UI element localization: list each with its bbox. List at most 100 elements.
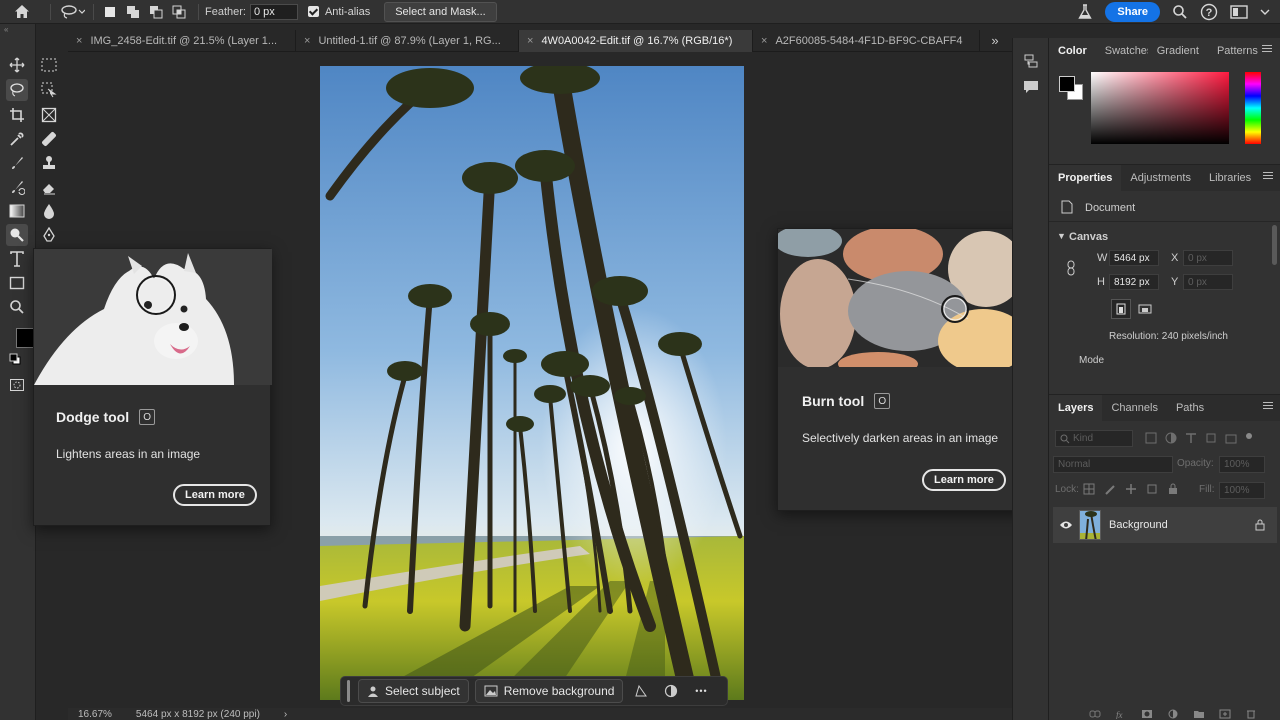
hue-slider[interactable] (1245, 72, 1261, 144)
healing-brush-tool-icon[interactable] (38, 128, 60, 150)
document-tab[interactable]: × A2F60085-5484-4F1D-BF9C-CBAFF4 (753, 30, 980, 52)
eye-icon[interactable] (1059, 520, 1073, 530)
default-colors-icon[interactable] (8, 352, 22, 366)
lock-artboard-icon[interactable] (1146, 483, 1158, 495)
tab-gradient[interactable]: Gradient (1148, 38, 1208, 64)
eyedropper-tool-icon[interactable] (6, 128, 28, 150)
tab-color[interactable]: Color (1049, 38, 1096, 64)
drag-handle[interactable] (347, 680, 350, 702)
intersect-selection-icon[interactable] (169, 2, 189, 22)
chevron-down-icon[interactable] (1260, 8, 1270, 16)
tab-properties[interactable]: Properties (1049, 165, 1122, 191)
panel-menu-icon[interactable] (1263, 172, 1273, 181)
workspace-icon[interactable] (1230, 5, 1248, 19)
shape-filter-icon[interactable] (1205, 432, 1217, 444)
fill-field[interactable]: 100% (1219, 482, 1265, 499)
tab-swatches[interactable]: Swatches (1096, 38, 1148, 64)
close-icon[interactable]: × (527, 35, 533, 47)
landscape-orientation-icon[interactable] (1135, 299, 1155, 319)
marquee-tool-icon[interactable] (38, 54, 60, 76)
quick-mask-icon[interactable] (6, 374, 28, 396)
new-layer-icon[interactable] (1219, 709, 1231, 719)
clone-stamp-tool-icon[interactable] (38, 152, 60, 174)
close-icon[interactable]: × (304, 35, 310, 47)
lasso-tool-icon[interactable] (6, 79, 28, 101)
status-menu-arrow[interactable]: › (284, 709, 287, 720)
fx-icon[interactable]: fx (1115, 709, 1127, 719)
more-options-icon[interactable]: ••• (689, 679, 713, 703)
dodge-tool-icon[interactable] (6, 224, 28, 246)
learn-more-button[interactable]: Learn more (922, 469, 1006, 491)
portrait-orientation-icon[interactable] (1111, 299, 1131, 319)
object-selection-tool-icon[interactable] (38, 79, 60, 101)
chevron-down-icon[interactable]: ▼ (1057, 231, 1066, 241)
adjustment-filter-icon[interactable] (1165, 432, 1177, 444)
lasso-tool-preset-icon[interactable] (57, 2, 87, 22)
tab-patterns[interactable]: Patterns (1208, 38, 1267, 64)
close-icon[interactable]: × (761, 35, 767, 47)
foreground-color-swatch[interactable] (1059, 76, 1075, 92)
add-mask-icon[interactable] (1141, 709, 1153, 719)
saturation-brightness-field[interactable] (1091, 72, 1229, 144)
comments-panel-icon[interactable] (1020, 76, 1042, 98)
rectangle-tool-icon[interactable] (6, 272, 28, 294)
new-adjustment-layer-icon[interactable] (1167, 709, 1179, 719)
blend-mode-select[interactable]: Normal (1053, 456, 1173, 473)
new-selection-icon[interactable] (100, 2, 120, 22)
document-image[interactable] (320, 66, 744, 700)
zoom-tool-icon[interactable] (6, 296, 28, 318)
lock-position-icon[interactable] (1125, 483, 1137, 495)
delete-layer-icon[interactable] (1245, 709, 1257, 719)
home-button[interactable] (0, 0, 44, 24)
y-field[interactable]: 0 px (1183, 274, 1233, 290)
pixel-filter-icon[interactable] (1145, 432, 1157, 444)
width-field[interactable]: 5464 px (1109, 250, 1159, 266)
document-tab-active[interactable]: × 4W0A0042-Edit.tif @ 16.7% (RGB/16*) (519, 30, 753, 52)
brush-tool-icon[interactable] (6, 152, 28, 174)
eraser-tool-icon[interactable] (38, 176, 60, 198)
flask-icon[interactable] (1077, 4, 1093, 20)
zoom-level[interactable]: 16.67% (78, 709, 112, 720)
select-subject-button[interactable]: Select subject (358, 679, 469, 703)
subtract-from-selection-icon[interactable] (146, 2, 166, 22)
history-brush-tool-icon[interactable] (6, 176, 28, 198)
tab-adjustments[interactable]: Adjustments (1121, 165, 1200, 191)
pen-tool-icon[interactable] (38, 224, 60, 246)
gradient-tool-icon[interactable] (6, 200, 28, 222)
tab-libraries[interactable]: Libraries (1200, 165, 1260, 191)
collapse-icon[interactable]: « (0, 24, 35, 36)
anti-alias-checkbox[interactable]: Anti-alias (307, 6, 370, 18)
opacity-field[interactable]: 100% (1219, 456, 1265, 473)
type-filter-icon[interactable] (1185, 432, 1197, 444)
panel-menu-icon[interactable] (1262, 45, 1272, 54)
tab-paths[interactable]: Paths (1167, 395, 1213, 421)
layer-kind-filter[interactable]: Kind (1055, 430, 1133, 447)
properties-scrollbar[interactable] (1272, 225, 1277, 265)
lock-image-icon[interactable] (1104, 483, 1116, 495)
link-layers-icon[interactable] (1089, 709, 1101, 719)
help-icon[interactable]: ? (1200, 3, 1218, 21)
remove-background-button[interactable]: Remove background (474, 679, 624, 703)
filter-toggle-icon[interactable] (1245, 432, 1253, 440)
move-tool-icon[interactable] (6, 54, 28, 76)
document-tab[interactable]: × Untitled-1.tif @ 87.9% (Layer 1, RG... (296, 30, 519, 52)
adjustment-icon[interactable] (659, 679, 683, 703)
learn-more-button[interactable]: Learn more (173, 484, 257, 506)
foreground-color-swatch[interactable] (16, 328, 34, 348)
link-icon[interactable] (1065, 260, 1077, 279)
blur-tool-icon[interactable] (38, 200, 60, 222)
transform-icon[interactable] (629, 679, 653, 703)
lock-all-icon[interactable] (1167, 483, 1179, 495)
feather-input[interactable] (249, 3, 298, 20)
x-field[interactable]: 0 px (1183, 250, 1233, 266)
close-icon[interactable]: × (76, 35, 82, 47)
crop-tool-icon[interactable] (6, 104, 28, 126)
smart-object-filter-icon[interactable] (1225, 432, 1237, 444)
lock-transparent-icon[interactable] (1083, 483, 1095, 495)
history-panel-icon[interactable] (1020, 50, 1042, 72)
select-and-mask-button[interactable]: Select and Mask... (384, 1, 497, 22)
add-to-selection-icon[interactable] (123, 2, 143, 22)
tabs-overflow-icon[interactable]: » (980, 30, 1010, 51)
tab-layers[interactable]: Layers (1049, 395, 1103, 421)
tab-channels[interactable]: Channels (1102, 395, 1166, 421)
